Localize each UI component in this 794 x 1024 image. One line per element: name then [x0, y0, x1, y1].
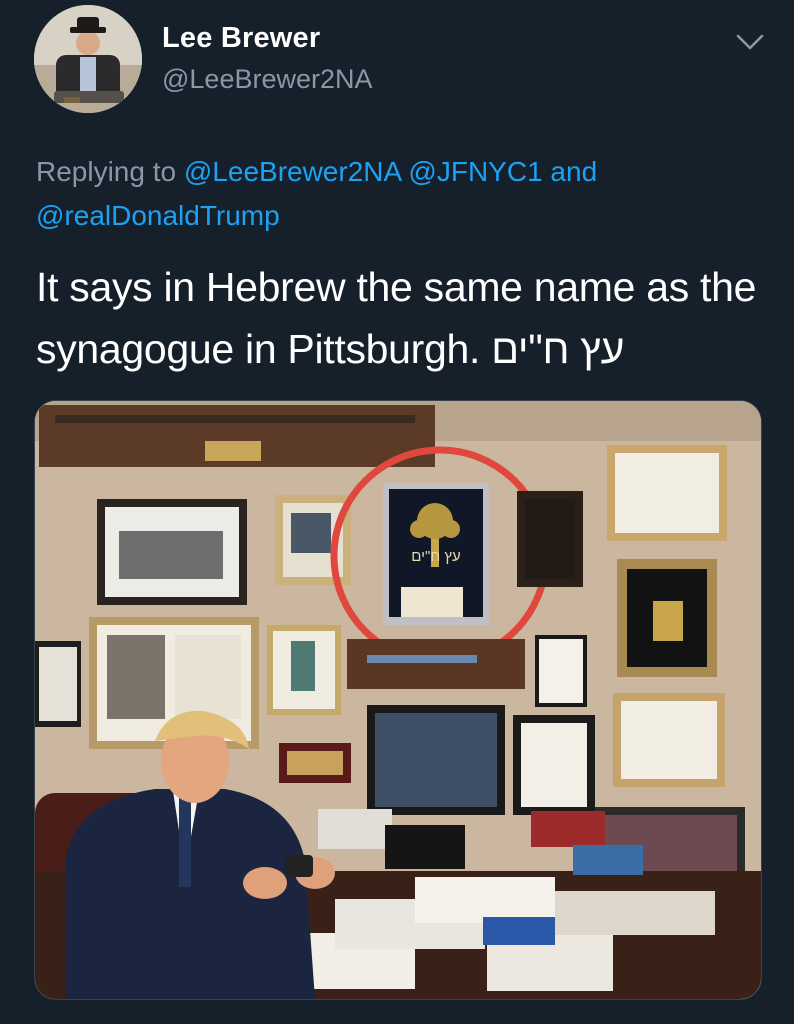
tweet-body: It says in Hebrew the same name as the s…	[36, 264, 757, 372]
tweet-text: It says in Hebrew the same name as the s…	[36, 256, 766, 380]
author-display-name[interactable]: Lee Brewer	[162, 22, 320, 55]
frame-hebrew-text: עץ ח"ים	[411, 548, 460, 565]
replying-to-line: Replying to @LeeBrewer2NA @JFNYC1 and @r…	[36, 150, 756, 238]
tweet-hebrew-text: עץ ח"ים	[491, 326, 625, 372]
chevron-down-icon[interactable]	[734, 30, 766, 54]
mention-link[interactable]: @LeeBrewer2NA	[184, 156, 401, 187]
office-photo: עץ ח"ים	[35, 401, 761, 999]
author-avatar[interactable]	[34, 5, 142, 113]
replying-to-label: Replying to	[36, 156, 177, 187]
tweet-photo[interactable]: עץ ח"ים	[34, 400, 762, 1000]
mention-link[interactable]: @JFNYC1	[408, 156, 542, 187]
author-handle[interactable]: @LeeBrewer2NA	[162, 64, 373, 95]
mention-link[interactable]: @realDonaldTrump	[36, 200, 280, 231]
and-label[interactable]: and	[550, 156, 597, 187]
avatar-image	[34, 5, 142, 113]
tweet-header: Lee Brewer @LeeBrewer2NA	[0, 0, 794, 140]
